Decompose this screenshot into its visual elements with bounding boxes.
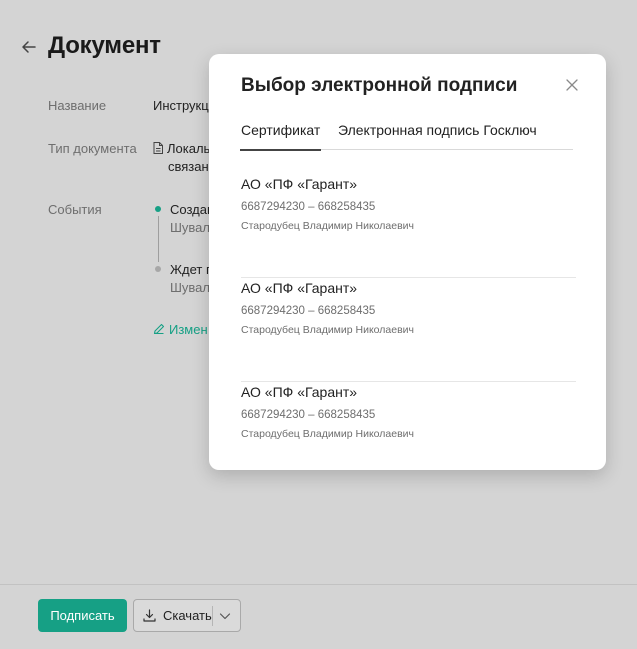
certificate-ids: 6687294230 – 668258435: [241, 305, 376, 317]
doc-type-line2: связан: [168, 159, 209, 174]
chevron-down-icon[interactable]: [219, 610, 231, 622]
event-author: Шувал: [170, 280, 210, 295]
certificate-list: АО «ПФ «Гарант» 6687294230 – 668258435 С…: [241, 174, 576, 486]
doc-type-value: Локаль: [153, 140, 210, 158]
download-icon: [143, 609, 156, 622]
certificate-issuer: АО «ПФ «Гарант»: [241, 176, 358, 192]
close-icon: [566, 79, 578, 91]
download-button[interactable]: Скачать: [133, 599, 241, 632]
document-icon: [153, 141, 163, 154]
name-label: Название: [48, 98, 107, 113]
page-title: Документ: [48, 32, 161, 59]
signature-select-modal: Выбор электронной подписи Сертификат Эле…: [209, 54, 606, 470]
certificate-ids: 6687294230 – 668258435: [241, 201, 376, 213]
doc-type-label: Тип документа: [48, 141, 137, 156]
pencil-icon: [153, 323, 165, 335]
download-label: Скачать: [163, 608, 212, 623]
event-dot-done: [155, 206, 161, 212]
event-author: Шувал: [170, 220, 210, 235]
certificate-owner: Стародубец Владимир Николаевич: [241, 428, 415, 440]
doc-type-line1: Локаль: [167, 141, 211, 156]
edit-link-label: Измен: [169, 322, 208, 337]
event-title: Ждет п: [170, 262, 213, 277]
certificate-item[interactable]: АО «ПФ «Гарант» 6687294230 – 668258435 С…: [241, 174, 576, 278]
close-button[interactable]: [565, 78, 579, 92]
arrow-left-icon[interactable]: [20, 38, 38, 56]
certificate-issuer: АО «ПФ «Гарант»: [241, 280, 358, 296]
certificate-issuer: АО «ПФ «Гарант»: [241, 384, 358, 400]
certificate-item[interactable]: АО «ПФ «Гарант» 6687294230 – 668258435 С…: [241, 278, 576, 382]
tab-goskey-signature[interactable]: Электронная подпись Госключ: [338, 122, 537, 150]
modal-title: Выбор электронной подписи: [241, 75, 518, 96]
tab-certificate[interactable]: Сертификат: [239, 122, 322, 151]
sign-button[interactable]: Подписать: [38, 599, 127, 632]
name-value: Инструкц: [153, 98, 209, 113]
events-label: События: [48, 202, 102, 217]
event-dot-pending: [155, 266, 161, 272]
certificate-owner: Стародубец Владимир Николаевич: [241, 324, 415, 336]
button-divider: [212, 606, 213, 626]
certificate-item[interactable]: АО «ПФ «Гарант» 6687294230 – 668258435 С…: [241, 382, 576, 486]
event-title: Создан: [170, 202, 215, 217]
certificate-ids: 6687294230 – 668258435: [241, 409, 376, 421]
modal-tabs: Сертификат Электронная подпись Госключ: [239, 122, 573, 151]
certificate-owner: Стародубец Владимир Николаевич: [241, 220, 415, 232]
timeline-line: [158, 216, 159, 262]
edit-link[interactable]: Измен: [153, 322, 208, 337]
